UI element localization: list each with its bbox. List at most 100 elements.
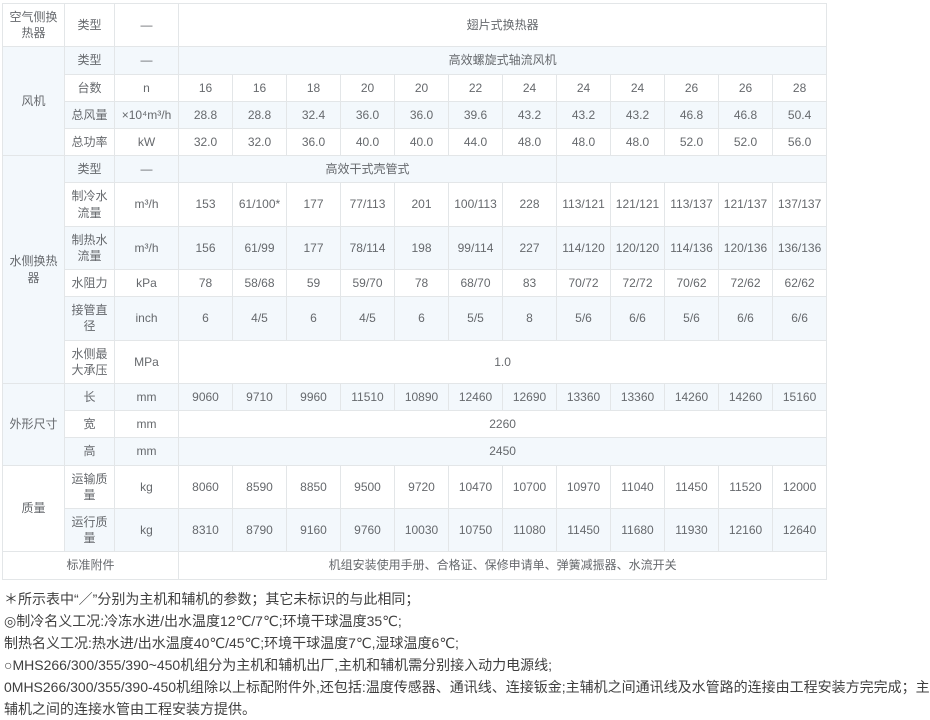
spec-value: 44.0 <box>449 128 503 155</box>
spec-value: 15160 <box>773 384 827 411</box>
table-row: 总风量×10⁴m³/h28.828.832.436.036.039.643.24… <box>3 101 827 128</box>
spec-value: 100/113 <box>449 183 503 226</box>
spec-value: 40.0 <box>395 128 449 155</box>
spec-value: 99/114 <box>449 226 503 269</box>
row-group-label: 外形尺寸 <box>3 384 65 466</box>
spec-value: 61/99 <box>233 226 287 269</box>
spec-value: 78/114 <box>341 226 395 269</box>
row-param-label: 制冷水流量 <box>65 183 115 226</box>
spec-value: 78 <box>179 270 233 297</box>
merged-value: 1.0 <box>179 340 827 383</box>
table-row: 水阻力kPa7858/685959/707868/708370/7272/727… <box>3 270 827 297</box>
spec-value: 9960 <box>287 384 341 411</box>
footnote-line: ○MHS266/300/355/390~450机组分为主机和辅机出厂,主机和辅机… <box>4 654 930 676</box>
spec-value: 24 <box>503 74 557 101</box>
row-param-label: 制热水流量 <box>65 226 115 269</box>
row-group-label: 水侧换热器 <box>3 156 65 384</box>
spec-value: 5/5 <box>449 297 503 340</box>
row-param-label: 类型 <box>65 47 115 74</box>
spec-value: 56.0 <box>773 128 827 155</box>
spec-value: 6 <box>395 297 449 340</box>
spec-value: 50.4 <box>773 101 827 128</box>
spec-value: 9500 <box>341 465 395 508</box>
spec-value: 177 <box>287 226 341 269</box>
row-param-label: 水侧最大承压 <box>65 340 115 383</box>
spec-value: 137/137 <box>773 183 827 226</box>
spec-value: 77/113 <box>341 183 395 226</box>
footnotes: ＊所示表中“／”分别为主机和辅机的参数；其它未标识的与此相同； ◎制冷名义工况:… <box>4 588 930 720</box>
row-param-label: 台数 <box>65 74 115 101</box>
spec-value: 4/5 <box>233 297 287 340</box>
spec-value: 52.0 <box>719 128 773 155</box>
row-unit: — <box>115 156 179 183</box>
spec-value: 46.8 <box>719 101 773 128</box>
table-row: 外形尺寸长mm906097109960115101089012460126901… <box>3 384 827 411</box>
spec-value: 22 <box>449 74 503 101</box>
row-param-label: 长 <box>65 384 115 411</box>
spec-value: 14260 <box>719 384 773 411</box>
spec-value: 11450 <box>665 465 719 508</box>
spec-value: 6 <box>179 297 233 340</box>
spec-value: 6/6 <box>773 297 827 340</box>
spec-value: 113/121 <box>557 183 611 226</box>
spec-value: 8790 <box>233 508 287 551</box>
spec-value: 11520 <box>719 465 773 508</box>
row-unit: mm <box>115 438 179 465</box>
spec-value: 11680 <box>611 508 665 551</box>
spec-value: 9710 <box>233 384 287 411</box>
spec-value: 153 <box>179 183 233 226</box>
spec-value: 201 <box>395 183 449 226</box>
spec-value: 8310 <box>179 508 233 551</box>
spec-value: 59/70 <box>341 270 395 297</box>
spec-value: 68/70 <box>449 270 503 297</box>
row-param-label: 运输质量 <box>65 465 115 508</box>
spec-value: 18 <box>287 74 341 101</box>
spec-value: 78 <box>395 270 449 297</box>
table-row: 总功率kW32.032.036.040.040.044.048.048.048.… <box>3 128 827 155</box>
footnote-line: 0MHS266/300/355/390-450机组除以上标配附件外,还包括:温度… <box>4 676 930 720</box>
spec-value: 28 <box>773 74 827 101</box>
spec-value: 9060 <box>179 384 233 411</box>
spec-value: 9760 <box>341 508 395 551</box>
row-unit: MPa <box>115 340 179 383</box>
spec-value: 36.0 <box>341 101 395 128</box>
spec-value: 10750 <box>449 508 503 551</box>
spec-value: 59 <box>287 270 341 297</box>
spec-table: 空气侧换热器类型—翅片式换热器风机类型—高效螺旋式轴流风机台数n16161820… <box>2 3 827 580</box>
spec-value: 12640 <box>773 508 827 551</box>
spec-value: 36.0 <box>287 128 341 155</box>
spec-value: 24 <box>611 74 665 101</box>
spec-value: 58/68 <box>233 270 287 297</box>
spec-value: 5/6 <box>665 297 719 340</box>
spec-value: 177 <box>287 183 341 226</box>
table-row: 运行质量kg8310879091609760100301075011080114… <box>3 508 827 551</box>
spec-value: 32.4 <box>287 101 341 128</box>
spec-value: 24 <box>557 74 611 101</box>
spec-value: 70/62 <box>665 270 719 297</box>
table-row: 台数n161618202022242424262628 <box>3 74 827 101</box>
spec-value: 114/120 <box>557 226 611 269</box>
spec-value: 48.0 <box>557 128 611 155</box>
table-row: 宽mm2260 <box>3 411 827 438</box>
spec-value: 39.6 <box>449 101 503 128</box>
table-row: 制冷水流量m³/h15361/100*17777/113201100/11322… <box>3 183 827 226</box>
row-param-label: 宽 <box>65 411 115 438</box>
spec-value: 20 <box>341 74 395 101</box>
spec-value: 6 <box>287 297 341 340</box>
spec-value: 11510 <box>341 384 395 411</box>
row-unit: mm <box>115 411 179 438</box>
row-param-label: 运行质量 <box>65 508 115 551</box>
spec-value: 10700 <box>503 465 557 508</box>
spec-value: 61/100* <box>233 183 287 226</box>
row-group-label: 空气侧换热器 <box>3 4 65 47</box>
spec-value: 72/72 <box>611 270 665 297</box>
spec-value: 43.2 <box>503 101 557 128</box>
spec-value: 121/137 <box>719 183 773 226</box>
spec-value: 6/6 <box>719 297 773 340</box>
spec-value: 4/5 <box>341 297 395 340</box>
spec-value: 5/6 <box>557 297 611 340</box>
spec-value: 8060 <box>179 465 233 508</box>
spec-value: 198 <box>395 226 449 269</box>
footnote-line: 制热名义工况:热水进/出水温度40℃/45℃;环境干球温度7℃,湿球温度6℃; <box>4 632 930 654</box>
row-unit: — <box>115 4 179 47</box>
